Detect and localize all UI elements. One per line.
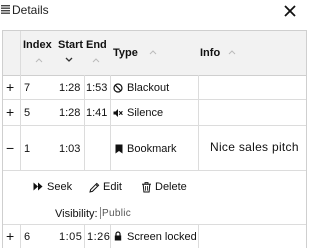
details-panel: Details Index Start End Type Info + 7 1:…	[0, 0, 309, 248]
seek-button[interactable]: Seek	[33, 181, 73, 195]
expand-button[interactable]: +	[6, 79, 14, 95]
visibility-value: Public	[102, 208, 132, 219]
column-header-type[interactable]: Type	[113, 31, 198, 75]
row-index: 5	[24, 107, 31, 119]
collapse-button[interactable]: −	[6, 140, 14, 156]
row-index: 6	[24, 231, 31, 243]
row-info: Nice sales pitch	[210, 140, 299, 154]
column-header-start[interactable]: Start	[58, 31, 87, 75]
table-header: Index Start End Type Info	[3, 31, 306, 76]
row-end: 1:41	[86, 107, 108, 119]
row-type: Screen locked	[127, 231, 197, 243]
delete-button[interactable]: Delete	[141, 181, 191, 195]
expand-button[interactable]: +	[6, 228, 14, 244]
row-start: 1:28	[59, 107, 81, 119]
sort-icon	[228, 50, 236, 55]
mute-icon	[113, 109, 123, 117]
list-icon	[1, 5, 10, 14]
table-row[interactable]: + 7 1:28 1:53 Blackout	[3, 75, 306, 100]
sort-desc-icon	[65, 57, 73, 62]
table-row[interactable]: + 5 1:28 1:41 Silence	[3, 100, 306, 126]
row-end: 1:53	[86, 82, 108, 94]
column-header-index[interactable]: Index	[23, 31, 58, 75]
sort-icon	[92, 58, 100, 63]
row-detail-panel: Seek Edit Delete Visibility: Public	[3, 171, 306, 225]
row-index: 1	[24, 143, 31, 155]
sort-icon	[35, 58, 43, 63]
segments-table: Index Start End Type Info + 7 1:28 1:53 …	[2, 30, 307, 248]
trash-icon	[142, 182, 151, 193]
row-index: 7	[24, 82, 31, 94]
panel-titlebar: Details	[0, 0, 309, 24]
row-type: Blackout	[127, 82, 170, 94]
sort-icon	[149, 50, 157, 55]
table-row-expanded[interactable]: − 1 1:03 Bookmark Nice sales pitch	[3, 126, 306, 171]
table-row[interactable]: + 6 1:05 1:26 Screen locked	[3, 225, 306, 248]
row-type: Bookmark	[127, 143, 177, 155]
pencil-icon	[89, 182, 100, 193]
visibility-label: Visibility:	[55, 208, 98, 220]
row-start: 1:05	[59, 231, 83, 243]
blackout-icon	[113, 83, 123, 93]
lock-icon	[114, 231, 122, 241]
bookmark-icon	[115, 144, 123, 154]
fast-forward-icon	[33, 182, 43, 191]
panel-title: Details	[12, 3, 49, 17]
column-header-end[interactable]: End	[86, 31, 110, 75]
column-header-info[interactable]: Info	[200, 31, 300, 75]
close-icon[interactable]	[281, 2, 299, 20]
row-end: 1:26	[87, 231, 111, 243]
row-start: 1:03	[59, 143, 81, 155]
row-type: Silence	[127, 107, 164, 119]
edit-button[interactable]: Edit	[89, 181, 129, 195]
expand-button[interactable]: +	[6, 104, 14, 120]
text-caret	[100, 207, 101, 219]
row-start: 1:28	[59, 82, 81, 94]
